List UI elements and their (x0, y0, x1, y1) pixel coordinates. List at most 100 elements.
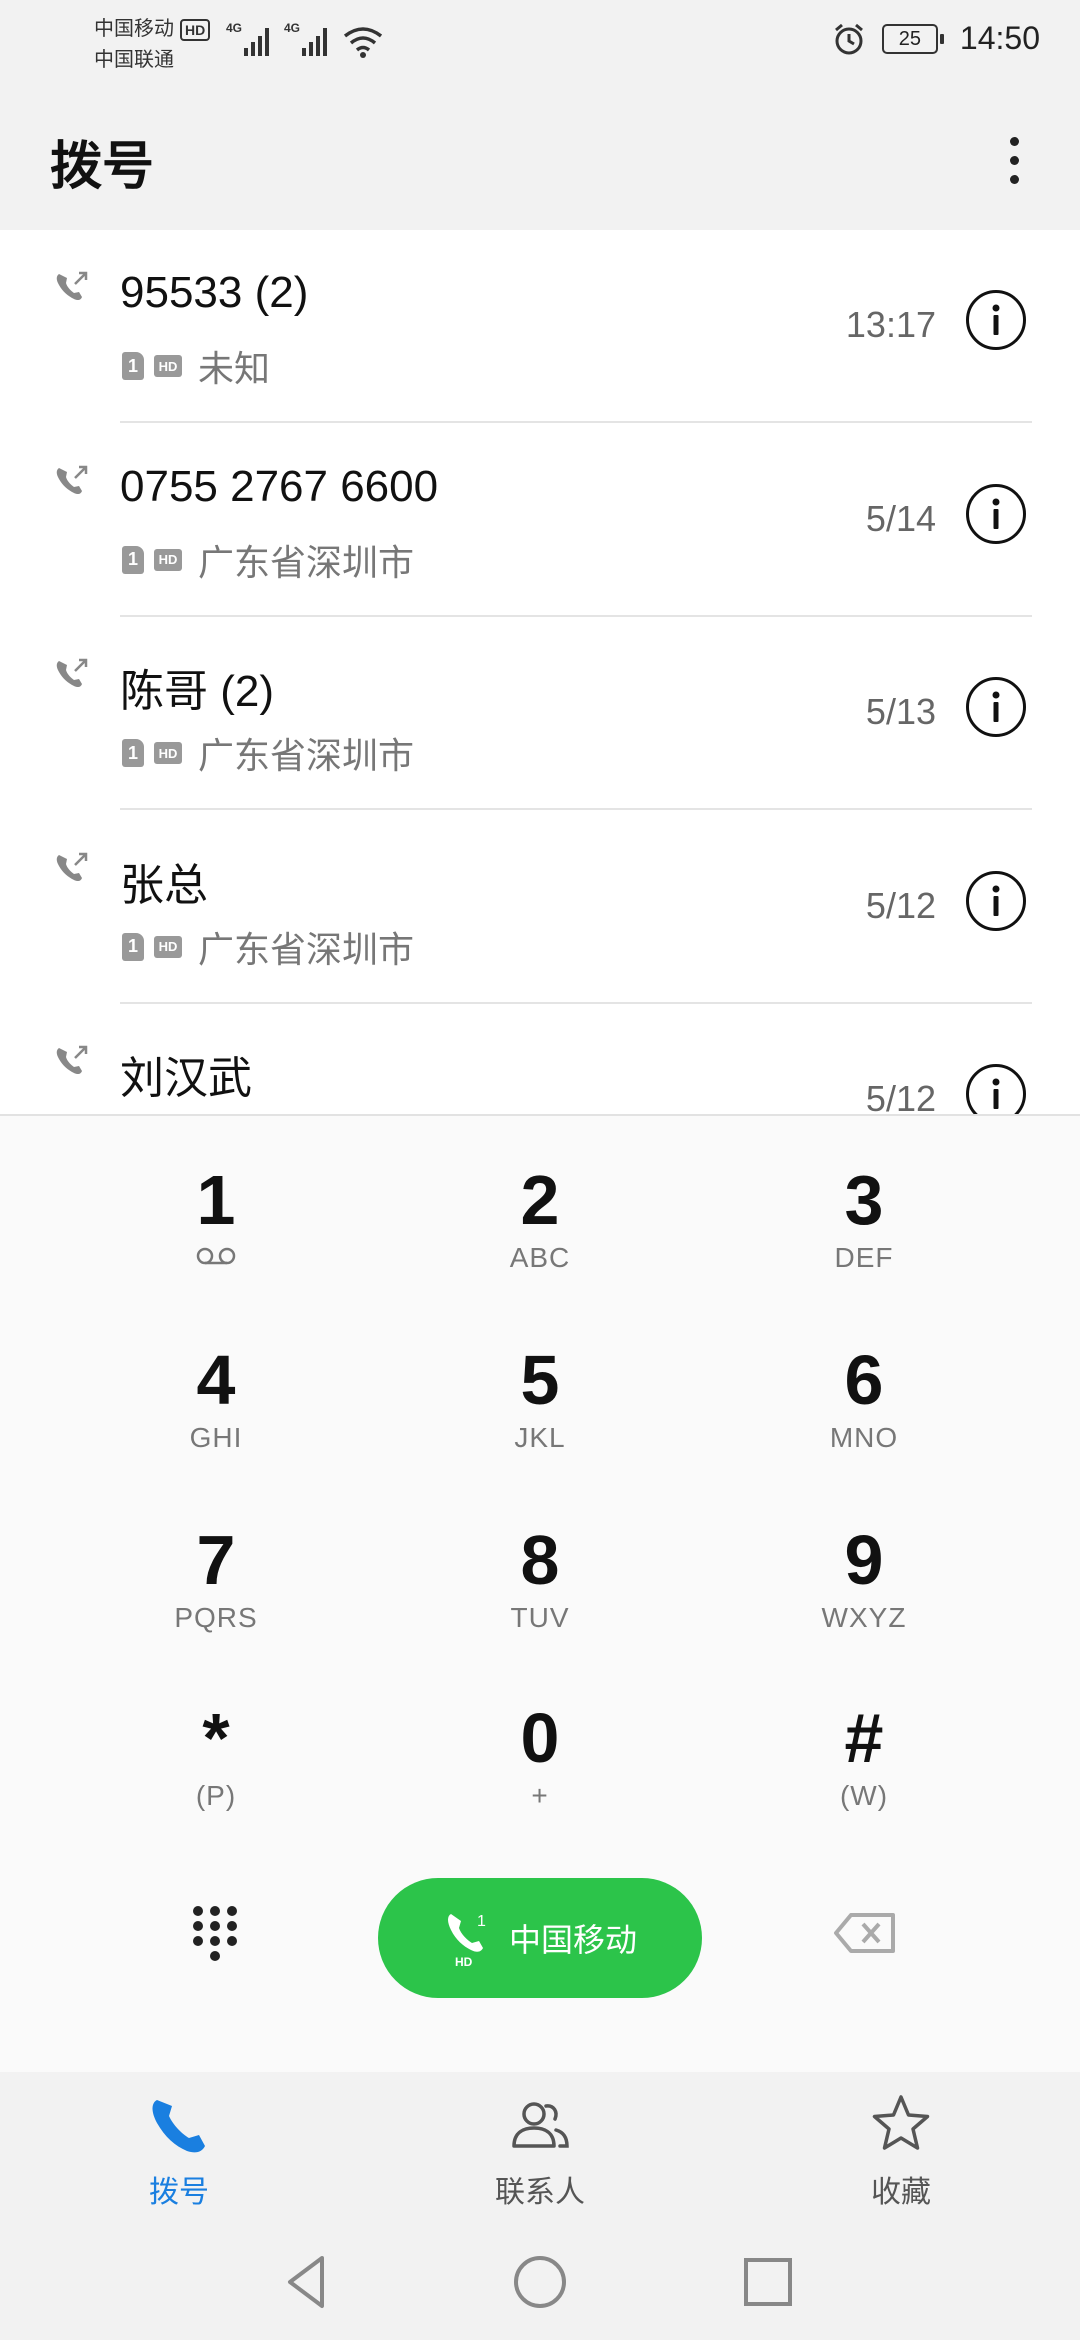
call-log-row[interactable]: 陈哥 (2) 1 HD 广东省深圳市 5/13 (0, 617, 1080, 810)
recents-icon[interactable] (738, 2252, 798, 2312)
call-log-subline: 1 HD 广东省深圳市 (122, 534, 414, 586)
carrier-info: 中国移动 HD 中国联通 (94, 14, 211, 76)
call-button-label: 中国移动 (508, 1922, 637, 1958)
call-log-time: 5/14 (865, 497, 936, 539)
star-icon (872, 2095, 930, 2150)
alarm-icon (834, 23, 863, 54)
dial-key-digit: # (844, 1699, 884, 1777)
dial-key-1[interactable]: 1 (96, 1156, 336, 1326)
contacts-icon (512, 2102, 569, 2148)
more-options-button[interactable] (984, 122, 1044, 198)
call-log-name: 0755 2767 6600 (120, 461, 439, 511)
dial-key-6[interactable]: 6 MNO (744, 1336, 984, 1506)
dial-key-5[interactable]: 5 JKL (420, 1336, 660, 1506)
tab-contacts-label: 联系人 (495, 2176, 585, 2209)
dial-key-digit: 1 (196, 1161, 236, 1239)
info-icon (992, 885, 1000, 916)
dial-key-8[interactable]: 8 TUV (420, 1516, 660, 1686)
dial-key-digit: * (202, 1699, 230, 1777)
dial-key-letters: + (531, 1780, 549, 1811)
dial-key-letters: PQRS (174, 1602, 258, 1633)
tab-dialer-label: 拨号 (149, 2176, 209, 2209)
outgoing-call-icon (56, 271, 88, 301)
more-dot (1009, 136, 1019, 146)
phone-icon (152, 2100, 205, 2153)
info-icon (992, 498, 1000, 529)
hd-badge: HD (180, 18, 211, 41)
call-log-time: 5/13 (865, 691, 936, 732)
dial-key-2[interactable]: 2 ABC (420, 1156, 660, 1326)
call-button[interactable]: 1 HD 中国移动 (378, 1878, 702, 1998)
call-location: 广东省深圳市 (198, 735, 415, 776)
info-icon (992, 304, 1000, 335)
call-log-row[interactable]: 刘汉武 5/12 (0, 1004, 1080, 1114)
battery-level: 25 (898, 27, 922, 50)
call-log-name: 陈哥 (2) (120, 667, 274, 716)
dial-key-3[interactable]: 3 DEF (744, 1156, 984, 1326)
call-location: 广东省深圳市 (198, 928, 415, 970)
wifi-icon (343, 27, 383, 58)
hd-badge: HD (154, 548, 182, 571)
sim-badge: 1 (122, 932, 144, 961)
call-log-list[interactable]: 95533 (2) 1 HD 未知 13:17 0755 2767 6600 1… (0, 230, 1080, 1114)
tab-dialer[interactable]: 拨号 (79, 2092, 279, 2211)
svg-text:4G: 4G (226, 21, 242, 35)
dial-key-hash[interactable]: # (W) (744, 1694, 984, 1864)
system-navigation-bar (0, 2222, 1080, 2340)
hd-badge: HD (154, 742, 182, 764)
dial-key-digit: 4 (196, 1341, 236, 1419)
call-location: 未知 (198, 348, 271, 389)
sim-badge: 1 (122, 545, 144, 574)
dial-key-9[interactable]: 9 WXYZ (744, 1516, 984, 1686)
dial-key-letters: WXYZ (821, 1602, 907, 1633)
call-log-row[interactable]: 0755 2767 6600 1 HD 广东省深圳市 5/14 (0, 424, 1080, 617)
call-log-time: 5/12 (865, 1078, 936, 1114)
dial-key-letters: ABC (509, 1242, 571, 1273)
dial-key-digit: 8 (520, 1521, 560, 1599)
dial-key-digit: 2 (520, 1161, 560, 1239)
dial-key-digit: 7 (196, 1521, 236, 1599)
header: 拨号 (0, 90, 1080, 230)
dial-key-letters: JKL (514, 1422, 566, 1453)
backspace-icon (834, 1913, 895, 1953)
carrier-secondary: 中国联通 (94, 49, 174, 71)
signal-indicators: 4G 4G (226, 20, 384, 60)
call-log-row[interactable]: 张总 1 HD 广东省深圳市 5/12 (0, 811, 1080, 1004)
dial-key-digit: 5 (520, 1341, 560, 1419)
dial-key-letters: (P) (195, 1780, 237, 1811)
info-icon (992, 1078, 1000, 1109)
dialpad: 1 HD 中国移动 1 2 ABC 3 DEF 4 GHI 5 JKL 6 MNO 7 PQRS 8 TUV… (0, 1114, 1080, 2074)
call-log-row[interactable]: 95533 (2) 1 HD 未知 13:17 (0, 230, 1080, 423)
call-log-name: 刘汉武 (120, 1054, 252, 1103)
dial-key-letters: MNO (829, 1422, 899, 1453)
call-location: 广东省深圳市 (198, 541, 415, 583)
dial-key-7[interactable]: 7 PQRS (96, 1516, 336, 1686)
battery-indicator: 25 (881, 23, 944, 54)
outgoing-call-icon (56, 465, 88, 494)
call-info-button[interactable] (966, 290, 1026, 350)
tab-favorites[interactable]: 收藏 (801, 2092, 1001, 2211)
tab-favorites-label: 收藏 (871, 2176, 931, 2209)
call-info-button[interactable] (966, 483, 1026, 544)
call-info-button[interactable] (966, 677, 1026, 737)
call-sim-number: 1 (477, 1913, 486, 1930)
voicemail-icon (196, 1247, 236, 1265)
back-icon[interactable] (278, 2252, 338, 2312)
call-info-button[interactable] (966, 1064, 1026, 1114)
dial-key-0[interactable]: 0 + (420, 1694, 660, 1864)
call-log-subline: 1 HD 未知 (122, 340, 270, 392)
call-info-button[interactable] (966, 870, 1026, 931)
tab-contacts[interactable]: 联系人 (440, 2092, 640, 2211)
backspace-button[interactable] (820, 1893, 910, 1973)
home-icon[interactable] (510, 2252, 570, 2312)
dial-key-4[interactable]: 4 GHI (96, 1336, 336, 1506)
dial-key-digit: 0 (520, 1699, 560, 1777)
dialpad-toggle-button[interactable] (175, 1893, 255, 1973)
dial-key-letters: GHI (189, 1422, 243, 1453)
info-icon (992, 691, 1000, 722)
call-log-name: 张总 (120, 860, 208, 910)
dial-key-star[interactable]: * (P) (96, 1694, 336, 1864)
outgoing-call-icon (56, 658, 88, 688)
svg-text:4G: 4G (284, 21, 300, 35)
bottom-navigation: 拨号 联系人 收藏 (0, 2072, 1080, 2222)
